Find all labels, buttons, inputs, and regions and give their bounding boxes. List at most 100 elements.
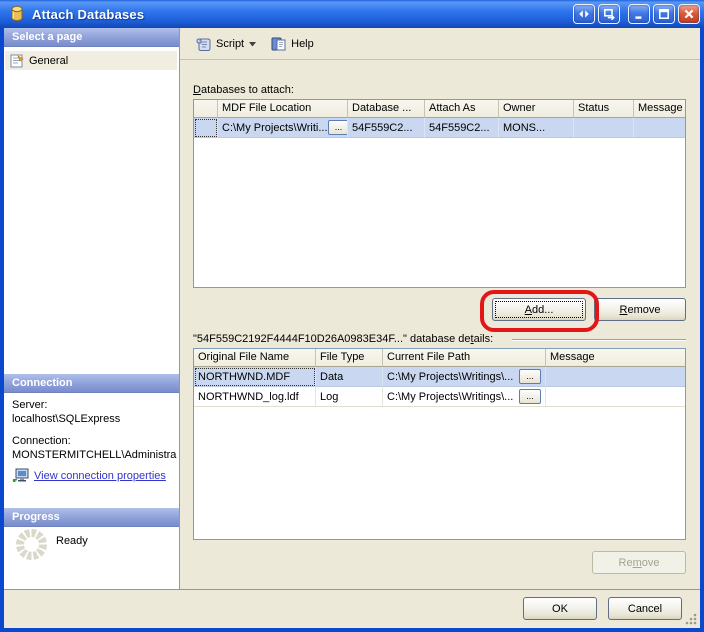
dock-arrows-button[interactable] (573, 4, 595, 24)
script-button[interactable]: Script (188, 32, 263, 56)
current-file-path-value: C:\My Projects\Writings\... (387, 391, 513, 403)
details-separator (512, 339, 686, 341)
current-file-path-cell[interactable]: C:\My Projects\Writings\... ... (383, 387, 546, 407)
sidebar: Select a page General Connection Server:… (4, 28, 180, 589)
column-header-original-file-name[interactable]: Original File Name (194, 349, 316, 367)
script-button-label: Script (216, 38, 244, 50)
close-button[interactable] (678, 4, 700, 24)
column-header-selector[interactable] (194, 100, 218, 118)
databases-to-attach-label: Databases to attach: (193, 84, 294, 96)
window-title: Attach Databases (32, 7, 144, 22)
column-header-details-message[interactable]: Message (546, 349, 685, 367)
details-label-post: ails: (474, 333, 494, 345)
maximize-button[interactable] (653, 4, 675, 24)
row-selector-cell[interactable] (194, 118, 218, 138)
database-details-grid[interactable]: Original File Name File Type Current Fil… (193, 348, 686, 540)
sidebar-item-label: General (29, 55, 68, 67)
database-name-cell[interactable]: 54F559C2... (348, 118, 425, 138)
dialog-content: Select a page General Connection Server:… (4, 28, 700, 628)
cancel-button[interactable]: Cancel (608, 597, 682, 620)
computer-connection-icon (12, 468, 29, 483)
table-row[interactable]: NORTHWND_log.ldf Log C:\My Projects\Writ… (194, 387, 685, 407)
maximize-icon (658, 8, 670, 20)
original-file-name-cell[interactable]: NORTHWND.MDF (194, 367, 316, 387)
database-details-label: "54F559C2192F4444F10D26A0983E34F..." dat… (193, 333, 493, 345)
connection-header: Connection (4, 374, 179, 393)
attach-grid-header: MDF File Location Database ... Attach As… (194, 100, 685, 118)
window-controls (570, 4, 700, 24)
remove-details-button[interactable]: Remove (592, 551, 686, 574)
databases-to-attach-grid[interactable]: MDF File Location Database ... Attach As… (193, 99, 686, 288)
help-button[interactable]: Help (263, 32, 321, 56)
title-bar[interactable]: Attach Databases (0, 0, 704, 28)
undock-button[interactable] (598, 4, 620, 24)
view-connection-properties[interactable]: View connection properties (12, 468, 166, 483)
table-row[interactable]: C:\My Projects\Writi... ... 54F559C2... … (194, 118, 685, 138)
footer-bar: OK Cancel (4, 589, 700, 628)
original-file-name-cell[interactable]: NORTHWND_log.ldf (194, 387, 316, 407)
progress-label: Progress (12, 511, 60, 523)
browse-button[interactable]: ... (519, 389, 541, 404)
remove-details-pre: Re (619, 557, 633, 569)
details-message-cell[interactable] (546, 367, 685, 387)
details-grid-header: Original File Name File Type Current Fil… (194, 349, 685, 367)
server-label: Server: (12, 399, 178, 411)
progress-spinner-icon (16, 529, 47, 560)
message-cell[interactable] (634, 118, 685, 138)
owner-cell[interactable]: MONS... (499, 118, 574, 138)
progress-header: Progress (4, 508, 179, 527)
column-header-database-name[interactable]: Database ... (348, 100, 425, 118)
mdf-file-location-value: C:\My Projects\Writi... (222, 122, 328, 134)
mdf-file-location-cell[interactable]: C:\My Projects\Writi... ... (218, 118, 348, 138)
column-header-owner[interactable]: Owner (499, 100, 574, 118)
sidebar-item-general[interactable]: General (5, 51, 177, 70)
browse-button[interactable]: ... (328, 120, 348, 135)
details-message-cell[interactable] (546, 387, 685, 407)
help-book-icon (270, 36, 287, 52)
current-file-path-cell[interactable]: C:\My Projects\Writings\... ... (383, 367, 546, 387)
column-header-status[interactable]: Status (574, 100, 634, 118)
attach-label-text: atabases to attach: (201, 84, 294, 96)
close-icon (683, 8, 695, 20)
remove-details-text: ove (642, 557, 660, 569)
attach-as-cell[interactable]: 54F559C2... (425, 118, 499, 138)
add-button-text: dd... (532, 304, 553, 316)
script-scroll-icon (195, 36, 212, 52)
resize-grip-icon (684, 612, 698, 626)
server-value: localhost\SQLExpress (12, 413, 178, 425)
table-row[interactable]: NORTHWND.MDF Data C:\My Projects\Writing… (194, 367, 685, 387)
database-cylinder-icon (8, 5, 26, 23)
minimize-button[interactable] (628, 4, 650, 24)
file-type-cell[interactable]: Log (316, 387, 383, 407)
undock-icon (603, 8, 615, 20)
add-button-mnemonic: A (525, 304, 532, 316)
remove-button[interactable]: Remove (594, 298, 686, 321)
help-button-label: Help (291, 38, 314, 50)
current-file-path-value: C:\My Projects\Writings\... (387, 371, 513, 383)
attach-databases-dialog: Attach Databases (0, 0, 704, 632)
minimize-icon (633, 8, 645, 20)
view-connection-properties-link[interactable]: View connection properties (34, 470, 166, 482)
select-a-page-header: Select a page (4, 28, 179, 47)
column-header-message[interactable]: Message (634, 100, 685, 118)
resize-grip[interactable] (684, 612, 698, 626)
add-button[interactable]: Add... (492, 298, 586, 321)
column-header-file-type[interactable]: File Type (316, 349, 383, 367)
remove-details-mnemonic: m (633, 557, 642, 569)
general-page-icon (9, 53, 25, 69)
ok-button[interactable]: OK (523, 597, 597, 620)
browse-button[interactable]: ... (519, 369, 541, 384)
progress-status: Ready (56, 535, 88, 547)
attach-label-mnemonic: D (193, 84, 201, 96)
file-type-cell[interactable]: Data (316, 367, 383, 387)
main-panel: Script Help (180, 28, 700, 589)
column-header-current-file-path[interactable]: Current File Path (383, 349, 546, 367)
toolbar: Script Help (180, 28, 700, 60)
status-cell[interactable] (574, 118, 634, 138)
remove-button-text: emove (627, 304, 660, 316)
column-header-attach-as[interactable]: Attach As (425, 100, 499, 118)
connection-account-label: Connection: (12, 435, 178, 447)
select-a-page-label: Select a page (12, 31, 82, 43)
chevron-down-icon (249, 38, 256, 50)
column-header-mdf-file-location[interactable]: MDF File Location (218, 100, 348, 118)
